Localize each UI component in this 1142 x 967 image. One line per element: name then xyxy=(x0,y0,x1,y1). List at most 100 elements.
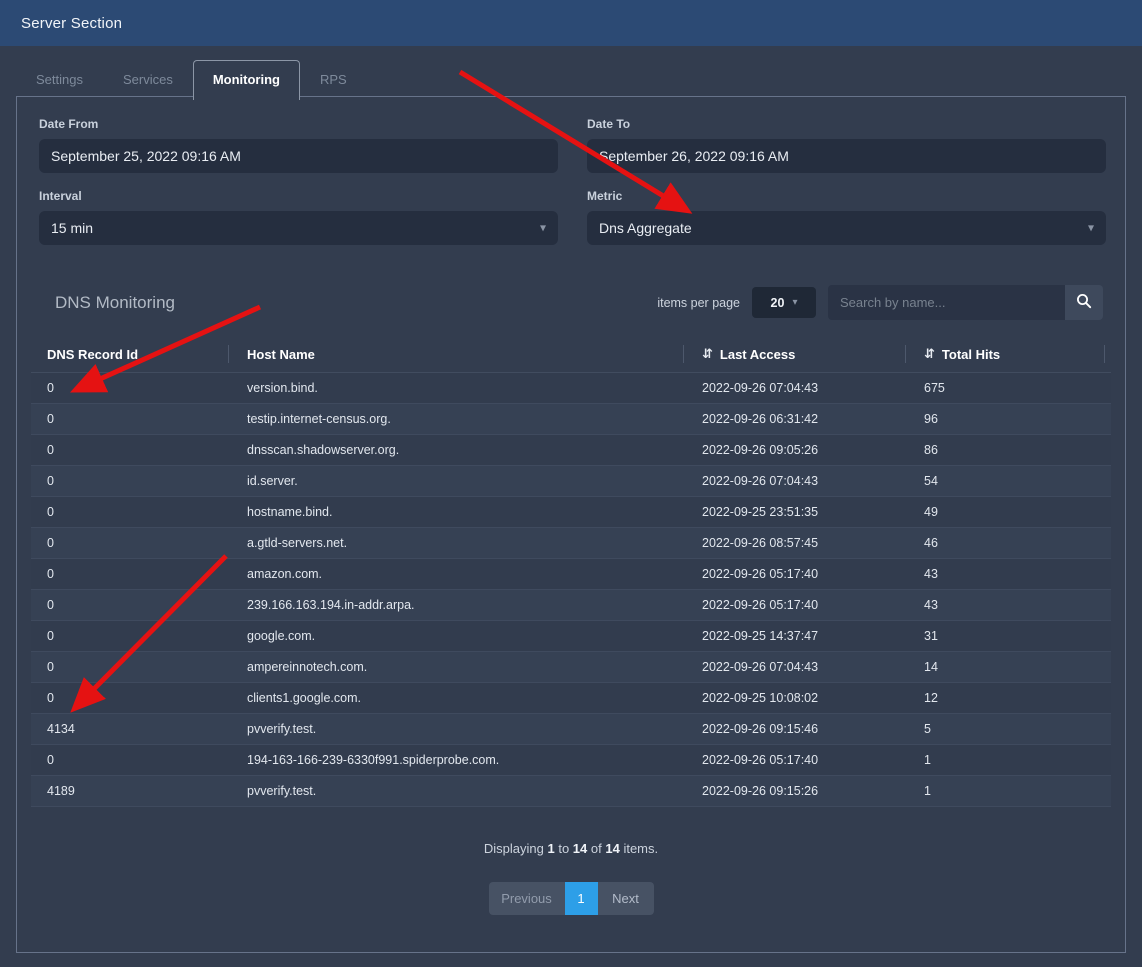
chevron-down-icon: ▾ xyxy=(1088,220,1094,234)
cell-last-access: 2022-09-26 06:31:42 xyxy=(702,412,924,426)
table-row: 0amazon.com.2022-09-26 05:17:4043 xyxy=(31,559,1111,590)
date-to-input[interactable]: September 26, 2022 09:16 AM xyxy=(587,139,1106,173)
search-button[interactable] xyxy=(1065,285,1103,320)
summary-from: 1 xyxy=(547,841,554,856)
search-box xyxy=(828,285,1103,320)
summary-text: Displaying xyxy=(484,841,544,856)
chevron-down-icon: ▾ xyxy=(792,297,797,308)
column-label: DNS Record Id xyxy=(47,347,138,362)
cell-host-name: id.server. xyxy=(247,474,702,488)
tab-settings[interactable]: Settings xyxy=(16,60,103,99)
cell-host-name: pvverify.test. xyxy=(247,784,702,798)
table-tools: items per page 20 ▾ xyxy=(657,285,1103,320)
column-label: Last Access xyxy=(720,347,795,362)
tab-rps[interactable]: RPS xyxy=(300,60,367,99)
sort-icon: ⇵ xyxy=(702,346,713,362)
cell-last-access: 2022-09-25 14:37:47 xyxy=(702,629,924,643)
table-row: 0id.server.2022-09-26 07:04:4354 xyxy=(31,466,1111,497)
cell-total-hits: 1 xyxy=(924,784,1123,798)
metric-label: Metric xyxy=(587,189,1106,203)
cell-total-hits: 54 xyxy=(924,474,1123,488)
search-icon xyxy=(1076,293,1092,312)
dns-monitoring-table: DNS Record Id Host Name ⇵ Last Access ⇵ … xyxy=(17,320,1125,807)
column-header-dns-record-id[interactable]: DNS Record Id xyxy=(47,336,247,372)
date-to-value: September 26, 2022 09:16 AM xyxy=(599,148,789,164)
page-1-button[interactable]: 1 xyxy=(565,882,598,915)
column-divider xyxy=(683,345,684,363)
tab-bar: Settings Services Monitoring RPS xyxy=(16,60,367,99)
interval-select[interactable]: 15 min ▾ xyxy=(39,211,558,245)
cell-dns-record-id: 0 xyxy=(47,474,247,488)
date-to-label: Date To xyxy=(587,117,1106,131)
date-from-label: Date From xyxy=(39,117,558,131)
cell-last-access: 2022-09-26 09:15:26 xyxy=(702,784,924,798)
cell-dns-record-id: 0 xyxy=(47,443,247,457)
cell-host-name: version.bind. xyxy=(247,381,702,395)
sort-icon: ⇵ xyxy=(924,346,935,362)
monitoring-panel: Date From September 25, 2022 09:16 AM Da… xyxy=(16,96,1126,953)
cell-dns-record-id: 0 xyxy=(47,567,247,581)
cell-dns-record-id: 0 xyxy=(47,598,247,612)
cell-dns-record-id: 4134 xyxy=(47,722,247,736)
cell-dns-record-id: 4189 xyxy=(47,784,247,798)
metric-value: Dns Aggregate xyxy=(599,220,692,236)
summary-to: 14 xyxy=(573,841,587,856)
column-divider xyxy=(905,345,906,363)
table-row: 0testip.internet-census.org.2022-09-26 0… xyxy=(31,404,1111,435)
cell-host-name: ampereinnotech.com. xyxy=(247,660,702,674)
cell-dns-record-id: 0 xyxy=(47,536,247,550)
chevron-down-icon: ▾ xyxy=(540,220,546,234)
interval-value: 15 min xyxy=(51,220,93,236)
table-row: 0clients1.google.com.2022-09-25 10:08:02… xyxy=(31,683,1111,714)
tab-monitoring[interactable]: Monitoring xyxy=(193,60,300,100)
cell-dns-record-id: 0 xyxy=(47,505,247,519)
search-input[interactable] xyxy=(828,285,1065,320)
next-page-button[interactable]: Next xyxy=(598,882,654,915)
cell-host-name: hostname.bind. xyxy=(247,505,702,519)
cell-last-access: 2022-09-25 10:08:02 xyxy=(702,691,924,705)
pagination-group: Previous 1 Next xyxy=(489,882,654,915)
paging-summary: Displaying 1 to 14 of 14 items. xyxy=(17,841,1125,856)
cell-last-access: 2022-09-25 23:51:35 xyxy=(702,505,924,519)
column-header-host-name[interactable]: Host Name xyxy=(247,336,702,372)
summary-text: of xyxy=(591,841,602,856)
table-row: 4189pvverify.test.2022-09-26 09:15:261 xyxy=(31,776,1111,807)
date-from-input[interactable]: September 25, 2022 09:16 AM xyxy=(39,139,558,173)
cell-dns-record-id: 0 xyxy=(47,412,247,426)
pagination: Previous 1 Next xyxy=(17,882,1125,915)
window-header: Server Section xyxy=(0,0,1142,46)
table-row: 0194-163-166-239-6330f991.spiderprobe.co… xyxy=(31,745,1111,776)
cell-total-hits: 14 xyxy=(924,660,1123,674)
cell-last-access: 2022-09-26 09:05:26 xyxy=(702,443,924,457)
cell-total-hits: 675 xyxy=(924,381,1123,395)
date-to-field-group: Date To September 26, 2022 09:16 AM xyxy=(587,117,1106,173)
metric-select[interactable]: Dns Aggregate ▾ xyxy=(587,211,1106,245)
cell-last-access: 2022-09-26 07:04:43 xyxy=(702,381,924,395)
cell-last-access: 2022-09-26 09:15:46 xyxy=(702,722,924,736)
interval-label: Interval xyxy=(39,189,558,203)
table-row: 0hostname.bind.2022-09-25 23:51:3549 xyxy=(31,497,1111,528)
cell-host-name: 239.166.163.194.in-addr.arpa. xyxy=(247,598,702,612)
cell-dns-record-id: 0 xyxy=(47,691,247,705)
table-body: 0version.bind.2022-09-26 07:04:436750tes… xyxy=(31,373,1111,807)
table-row: 0google.com.2022-09-25 14:37:4731 xyxy=(31,621,1111,652)
table-row: 4134pvverify.test.2022-09-26 09:15:465 xyxy=(31,714,1111,745)
column-header-last-access[interactable]: ⇵ Last Access xyxy=(702,336,924,372)
tab-services[interactable]: Services xyxy=(103,60,193,99)
cell-host-name: a.gtld-servers.net. xyxy=(247,536,702,550)
items-per-page-select[interactable]: 20 ▾ xyxy=(752,287,816,318)
column-header-total-hits[interactable]: ⇵ Total Hits xyxy=(924,336,1123,372)
interval-field-group: Interval 15 min ▾ xyxy=(39,189,558,245)
previous-page-button[interactable]: Previous xyxy=(489,882,565,915)
items-per-page-value: 20 xyxy=(771,296,785,310)
cell-total-hits: 43 xyxy=(924,567,1123,581)
cell-last-access: 2022-09-26 07:04:43 xyxy=(702,474,924,488)
cell-host-name: google.com. xyxy=(247,629,702,643)
metric-field-group: Metric Dns Aggregate ▾ xyxy=(587,189,1106,245)
page-title: Server Section xyxy=(0,15,122,32)
cell-host-name: amazon.com. xyxy=(247,567,702,581)
date-from-field-group: Date From September 25, 2022 09:16 AM xyxy=(39,117,558,173)
cell-last-access: 2022-09-26 05:17:40 xyxy=(702,753,924,767)
cell-host-name: pvverify.test. xyxy=(247,722,702,736)
cell-last-access: 2022-09-26 05:17:40 xyxy=(702,598,924,612)
